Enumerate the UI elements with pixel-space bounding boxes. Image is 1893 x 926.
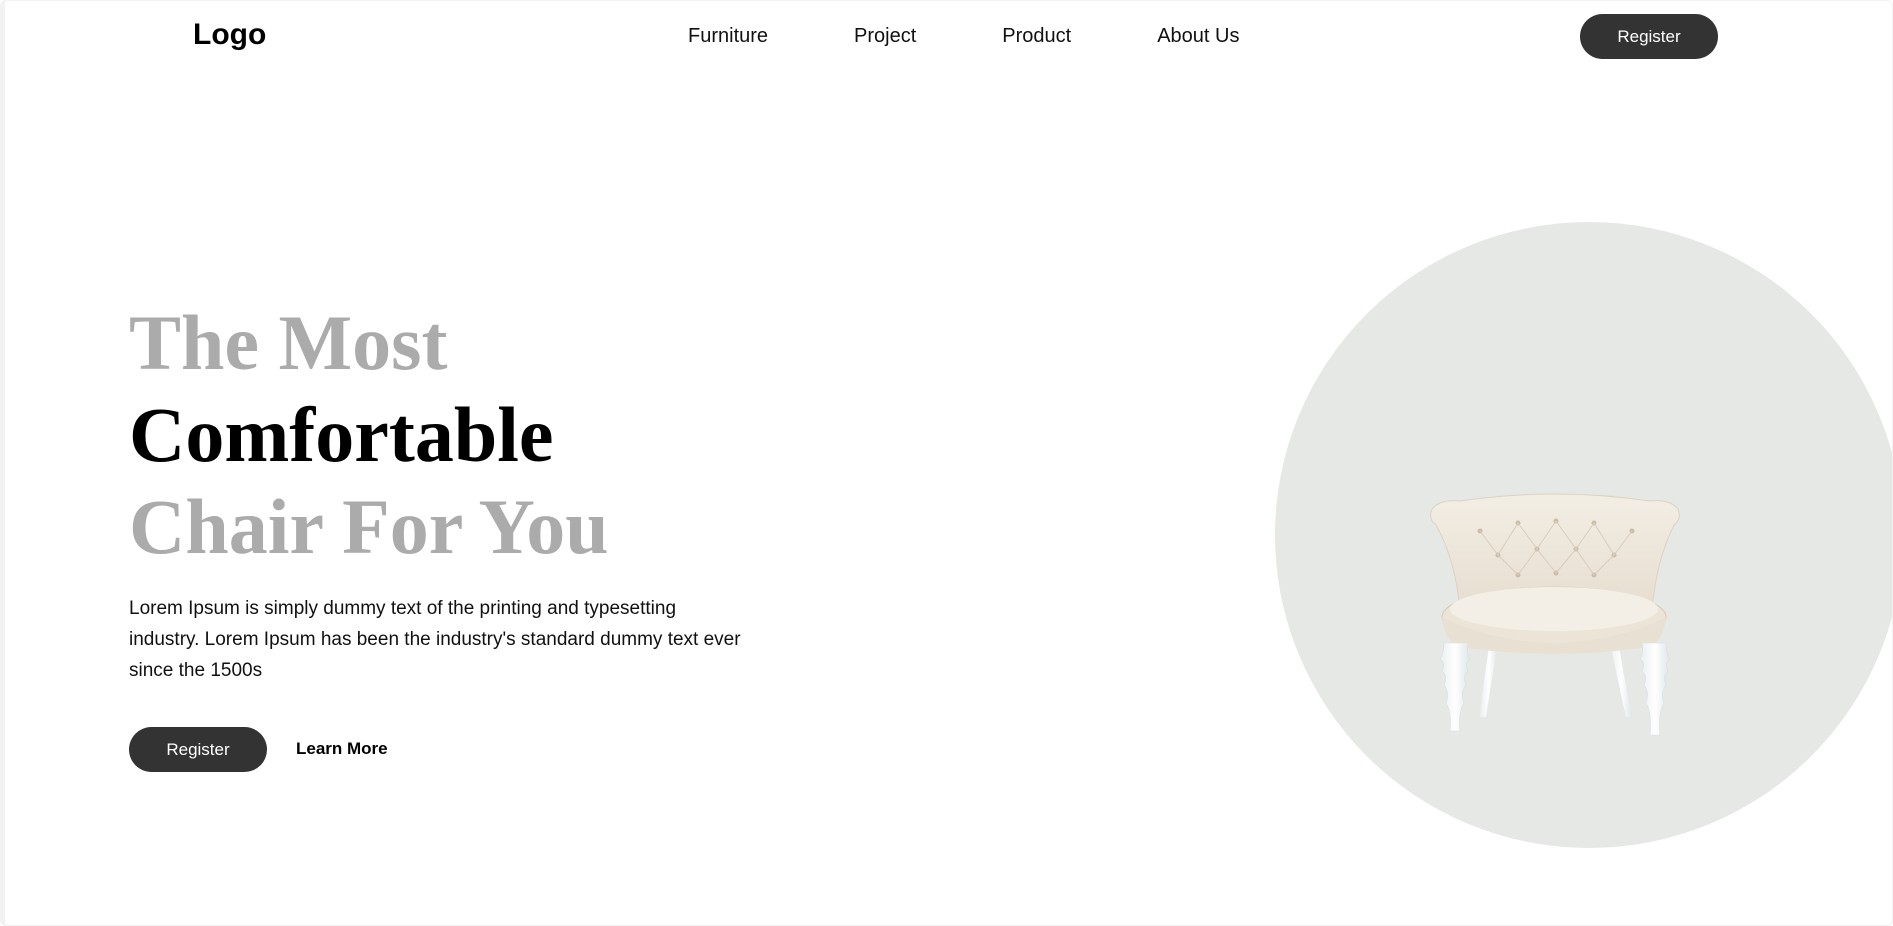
nav-item-furniture[interactable]: Furniture	[688, 23, 768, 49]
headline-line-1: The Most	[129, 299, 448, 386]
nav-item-about-us[interactable]: About Us	[1157, 23, 1239, 49]
header-register-button[interactable]: Register	[1580, 14, 1718, 59]
hero-description: Lorem Ipsum is simply dummy text of the …	[129, 598, 741, 681]
main-nav: Furniture Project Product About Us	[688, 23, 1239, 49]
hero-headline: The Most Comfortable Chair For You	[129, 297, 609, 573]
page: Logo Furniture Project Product About Us …	[0, 0, 1893, 926]
logo[interactable]: Logo	[193, 17, 266, 53]
learn-more-link[interactable]: Learn More	[296, 739, 388, 759]
nav-item-project[interactable]: Project	[854, 23, 916, 49]
armchair-icon	[1430, 493, 1680, 736]
headline-line-2: Comfortable	[129, 391, 554, 478]
nav-item-product[interactable]: Product	[1002, 23, 1071, 49]
headline-line-3: Chair For You	[129, 483, 609, 570]
hero-register-button[interactable]: Register	[129, 727, 267, 772]
